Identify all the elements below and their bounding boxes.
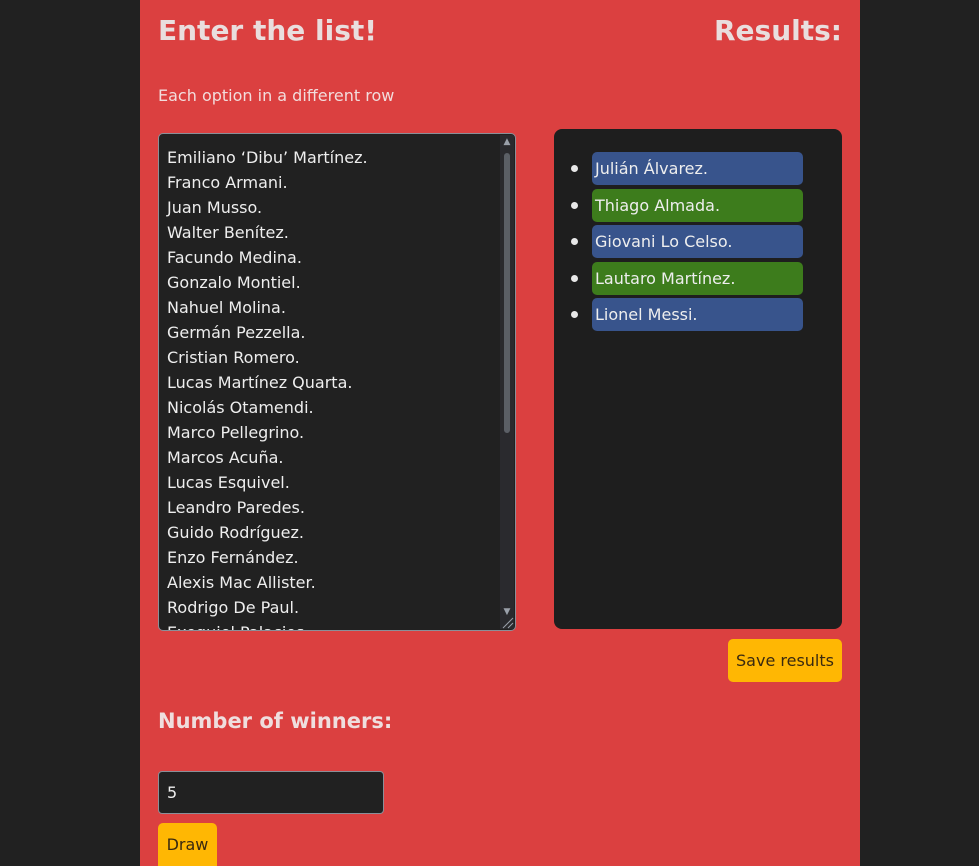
winners-count-input[interactable] [158, 771, 384, 814]
option-line: Juan Musso. [167, 198, 263, 217]
option-line: Exequiel Palacios. [167, 620, 497, 630]
scroll-up-icon[interactable]: ▲ [500, 135, 514, 149]
result-chip: Lionel Messi. [592, 298, 803, 331]
save-results-button[interactable]: Save results [728, 639, 842, 682]
option-line: Marco Pellegrino. [167, 423, 305, 442]
option-line: Rodrigo De Paul. [167, 598, 300, 617]
option-line: Leandro Paredes. [167, 498, 305, 517]
page-title: Enter the list! [158, 14, 378, 47]
results-panel: Julián Álvarez. Thiago Almada. Giovani L… [554, 129, 842, 629]
option-line: Walter Benítez. [167, 223, 289, 242]
option-line: Nicolás Otamendi. [167, 398, 314, 417]
option-line: Alexis Mac Allister. [167, 573, 316, 592]
option-line: Lucas Martínez Quarta. [167, 373, 353, 392]
result-chip: Lautaro Martínez. [592, 261, 803, 295]
bullet-icon [571, 274, 578, 282]
result-chip: Giovani Lo Celso. [592, 225, 803, 258]
option-line: Guido Rodríguez. [167, 523, 305, 542]
bullet-icon [571, 165, 578, 172]
option-line: Gonzalo Montiel. [167, 273, 301, 292]
main-panel: Enter the list! Results: Each option in … [140, 0, 860, 866]
bullet-icon [571, 311, 578, 318]
option-line: Lucas Esquivel. [167, 473, 290, 492]
bullet-icon [571, 201, 578, 209]
option-line: Nahuel Molina. [167, 298, 286, 317]
result-chip: Thiago Almada. [592, 188, 803, 222]
results-title: Results: [714, 14, 842, 47]
option-line: Enzo Fernández. [167, 548, 299, 567]
option-line: Marcos Acuña. [167, 448, 284, 467]
option-line: Facundo Medina. [167, 248, 302, 267]
result-chip: Julián Álvarez. [592, 152, 803, 185]
options-textarea[interactable]: Emiliano ‘Dibu’ Martínez. Franco Armani.… [158, 133, 516, 631]
option-line: Cristian Romero. [167, 348, 300, 367]
option-line: Franco Armani. [167, 173, 288, 192]
scroll-thumb[interactable] [504, 153, 510, 433]
winners-label: Number of winners: [158, 709, 393, 733]
bullet-icon [571, 238, 578, 245]
list-hint: Each option in a different row [158, 86, 395, 105]
resize-handle-icon[interactable] [500, 615, 514, 629]
option-line: Germán Pezzella. [167, 323, 306, 342]
options-text[interactable]: Emiliano ‘Dibu’ Martínez. Franco Armani.… [167, 145, 497, 630]
draw-button[interactable]: Draw [158, 823, 217, 866]
option-line: Emiliano ‘Dibu’ Martínez. [167, 148, 368, 167]
textarea-scrollbar[interactable]: ▲ ▼ [500, 135, 514, 619]
